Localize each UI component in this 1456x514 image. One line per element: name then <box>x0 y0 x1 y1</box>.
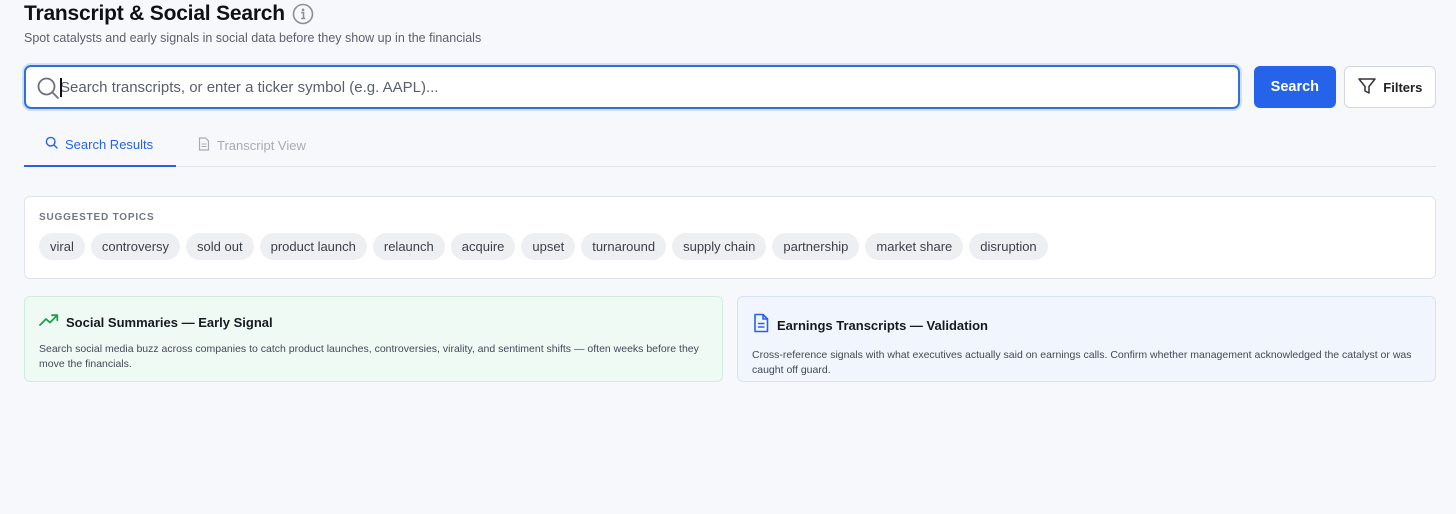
suggested-topics-label: SUGGESTED TOPICS <box>39 212 155 223</box>
page-subtitle: Spot catalysts and early signals in soci… <box>24 31 482 45</box>
topic-chip[interactable]: disruption <box>969 233 1048 260</box>
document-icon <box>752 313 770 338</box>
topic-chip[interactable]: controversy <box>90 233 181 260</box>
topic-chip[interactable]: supply chain <box>672 233 767 260</box>
info-icon[interactable] <box>292 3 314 25</box>
tab-label: Transcript View <box>217 137 306 153</box>
earnings-transcripts-card: Earnings Transcripts — Validation Cross-… <box>737 296 1436 382</box>
tab-search-results[interactable]: Search Results <box>24 123 176 167</box>
filters-button-label: Filters <box>1383 79 1423 95</box>
topic-chip[interactable]: turnaround <box>581 233 667 260</box>
topic-chip[interactable]: product launch <box>259 233 367 260</box>
search-box[interactable] <box>24 65 1241 109</box>
search-row: Search Filters <box>24 65 1436 109</box>
topic-chip[interactable]: acquire <box>450 233 516 260</box>
card-description: Cross-reference signals with what execut… <box>752 349 1412 376</box>
filters-button[interactable]: Filters <box>1343 66 1436 108</box>
topic-chip[interactable]: viral <box>39 233 85 260</box>
tab-label: Search Results <box>65 136 154 152</box>
text-caret <box>60 78 62 97</box>
tab-transcript-view[interactable]: Transcript View <box>176 123 327 167</box>
header: Transcript & Social Search <box>24 1 1436 27</box>
search-input[interactable] <box>26 67 1239 107</box>
topic-chip[interactable]: sold out <box>186 233 254 260</box>
search-icon <box>36 76 60 100</box>
card-header: Earnings Transcripts — Validation <box>752 313 1421 338</box>
tab-bar: Search Results Transcript View <box>24 123 1436 167</box>
page: Transcript & Social Search Spot catalyst… <box>0 1 1456 514</box>
topic-chip[interactable]: partnership <box>772 233 860 260</box>
card-description: Search social media buzz across companie… <box>39 343 699 370</box>
page-title: Transcript & Social Search <box>24 2 285 25</box>
card-title: Social Summaries — Early Signal <box>66 315 273 330</box>
suggested-topics-card: SUGGESTED TOPICS viral controversy sold … <box>24 196 1436 279</box>
info-cards: Social Summaries — Early Signal Search s… <box>24 296 1436 382</box>
topic-chip[interactable]: market share <box>865 233 964 260</box>
social-summaries-card: Social Summaries — Early Signal Search s… <box>24 296 723 382</box>
search-button[interactable]: Search <box>1254 66 1336 108</box>
trending-up-icon <box>39 313 59 332</box>
card-title: Earnings Transcripts — Validation <box>777 318 988 333</box>
filter-icon <box>1357 76 1377 99</box>
topic-chips: viral controversy sold out product launc… <box>39 233 1421 260</box>
topic-chip[interactable]: relaunch <box>372 233 445 260</box>
card-header: Social Summaries — Early Signal <box>39 313 708 332</box>
search-icon <box>45 136 58 152</box>
document-icon <box>198 136 210 154</box>
topic-chip[interactable]: upset <box>521 233 576 260</box>
